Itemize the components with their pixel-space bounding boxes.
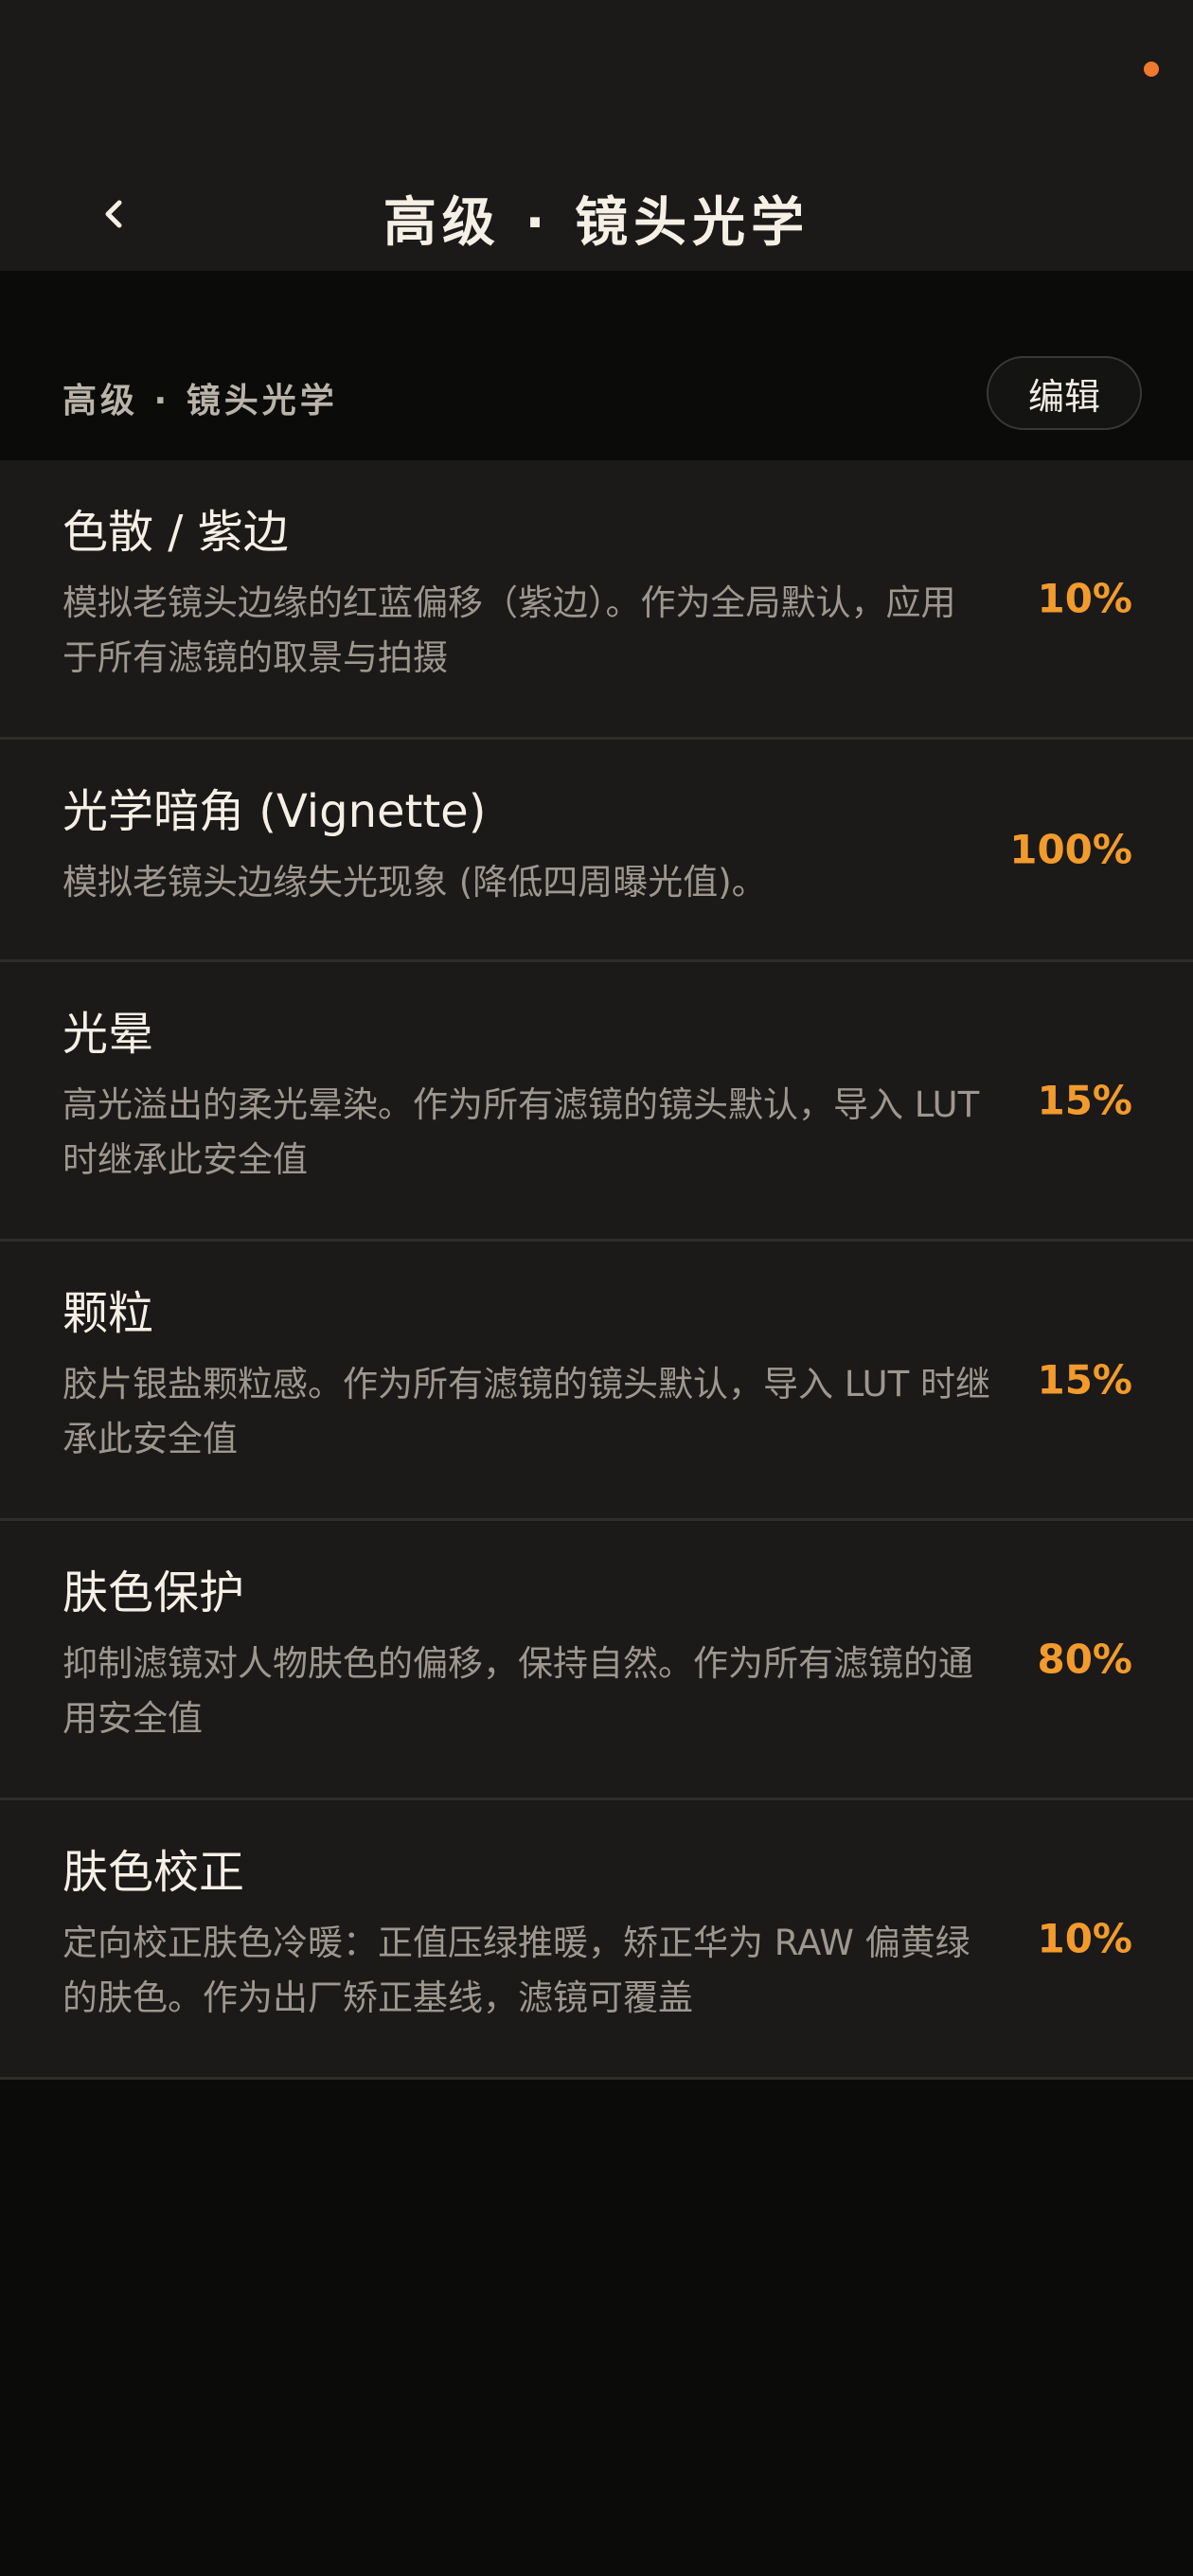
setting-value: 10% bbox=[1037, 575, 1132, 622]
setting-text: 肤色校正 定向校正肤色冷暖：正值压绿推暖，矫正华为 RAW 偏黄绿的肤色。作为出… bbox=[62, 1846, 990, 2027]
setting-value: 100% bbox=[1009, 826, 1132, 873]
setting-value: 15% bbox=[1037, 1077, 1132, 1124]
setting-title: 肤色校正 bbox=[62, 1846, 245, 1899]
setting-value: 10% bbox=[1037, 1915, 1132, 1962]
setting-row-chromatic-aberration[interactable]: 色散 / 紫边 模拟老镜头边缘的红蓝偏移（紫边）。作为全局默认，应用于所有滤镜的… bbox=[0, 460, 1193, 740]
setting-title: 颗粒 bbox=[62, 1287, 154, 1340]
setting-text: 光学暗角 (Vignette) 模拟老镜头边缘失光现象 (降低四周曝光值)。 bbox=[62, 785, 990, 910]
setting-description: 模拟老镜头边缘的红蓝偏移（紫边）。作为全局默认，应用于所有滤镜的取景与拍摄 bbox=[62, 581, 956, 679]
setting-title: 色散 / 紫边 bbox=[62, 506, 289, 559]
setting-description: 模拟老镜头边缘失光现象 (降低四周曝光值)。 bbox=[62, 861, 767, 903]
setting-row-vignette[interactable]: 光学暗角 (Vignette) 模拟老镜头边缘失光现象 (降低四周曝光值)。 1… bbox=[0, 740, 1193, 962]
setting-description: 抑制滤镜对人物肤色的偏移，保持自然。作为所有滤镜的通用安全值 bbox=[62, 1642, 973, 1740]
setting-text: 光晕 高光溢出的柔光晕染。作为所有滤镜的镜头默认，导入 LUT 时继承此安全值 bbox=[62, 1008, 990, 1189]
setting-value: 80% bbox=[1037, 1636, 1132, 1683]
setting-text: 颗粒 胶片银盐颗粒感。作为所有滤镜的镜头默认，导入 LUT 时继承此安全值 bbox=[62, 1287, 990, 1468]
setting-row-skin-protection[interactable]: 肤色保护 抑制滤镜对人物肤色的偏移，保持自然。作为所有滤镜的通用安全值 80% bbox=[0, 1521, 1193, 1800]
setting-description: 胶片银盐颗粒感。作为所有滤镜的镜头默认，导入 LUT 时继承此安全值 bbox=[62, 1363, 990, 1460]
edit-button[interactable]: 编辑 bbox=[987, 356, 1142, 430]
setting-row-halation[interactable]: 光晕 高光溢出的柔光晕染。作为所有滤镜的镜头默认，导入 LUT 时继承此安全值 … bbox=[0, 962, 1193, 1242]
setting-text: 肤色保护 抑制滤镜对人物肤色的偏移，保持自然。作为所有滤镜的通用安全值 bbox=[62, 1566, 990, 1747]
setting-title: 肤色保护 bbox=[62, 1566, 245, 1619]
setting-value: 15% bbox=[1037, 1356, 1132, 1404]
app-header: 高级 · 镜头光学 bbox=[0, 142, 1193, 271]
section-header: 高级 · 镜头光学 编辑 bbox=[0, 271, 1193, 460]
section-title: 高级 · 镜头光学 bbox=[62, 382, 338, 420]
page-title: 高级 · 镜头光学 bbox=[383, 192, 810, 254]
status-bar bbox=[0, 0, 1193, 142]
setting-title: 光晕 bbox=[62, 1008, 154, 1061]
setting-description: 高光溢出的柔光晕染。作为所有滤镜的镜头默认，导入 LUT 时继承此安全值 bbox=[62, 1083, 980, 1181]
setting-description: 定向校正肤色冷暖：正值压绿推暖，矫正华为 RAW 偏黄绿的肤色。作为出厂矫正基线… bbox=[62, 1922, 970, 2019]
setting-text: 色散 / 紫边 模拟老镜头边缘的红蓝偏移（紫边）。作为全局默认，应用于所有滤镜的… bbox=[62, 506, 990, 687]
setting-row-skin-correction[interactable]: 肤色校正 定向校正肤色冷暖：正值压绿推暖，矫正华为 RAW 偏黄绿的肤色。作为出… bbox=[0, 1800, 1193, 2080]
settings-list: 色散 / 紫边 模拟老镜头边缘的红蓝偏移（紫边）。作为全局默认，应用于所有滤镜的… bbox=[0, 460, 1193, 2080]
notification-dot bbox=[1144, 62, 1159, 77]
setting-title: 光学暗角 (Vignette) bbox=[62, 785, 487, 838]
setting-row-grain[interactable]: 颗粒 胶片银盐颗粒感。作为所有滤镜的镜头默认，导入 LUT 时继承此安全值 15… bbox=[0, 1242, 1193, 1521]
